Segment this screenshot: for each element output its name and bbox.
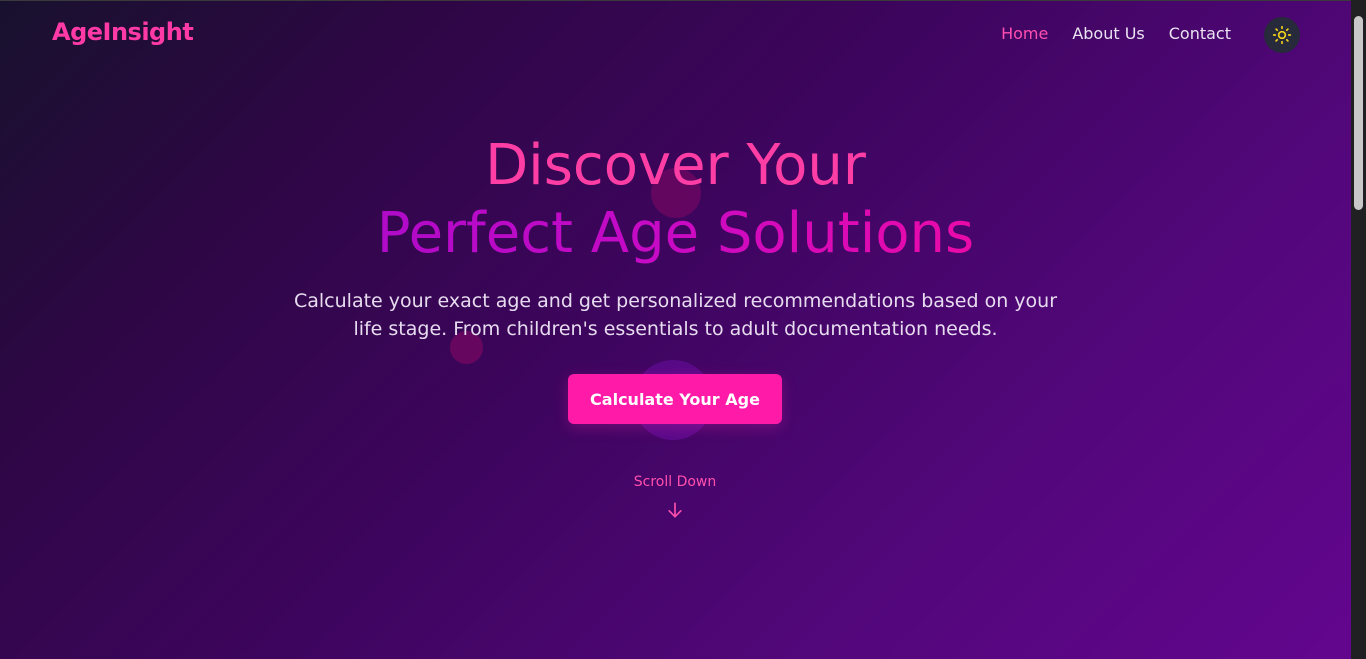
scrollbar-thumb[interactable] [1354,16,1363,210]
nav-link-contact[interactable]: Contact [1169,24,1231,44]
calculate-age-button[interactable]: Calculate Your Age [568,374,782,424]
nav-link-about-us[interactable]: About Us [1072,24,1144,44]
hero-title-line2: Perfect Age Solutions [376,201,975,266]
nav-link-home[interactable]: Home [1001,24,1048,44]
sun-icon [1272,25,1292,45]
scroll-down-label: Scroll Down [633,474,717,490]
site-header: AgeInsight Home About Us Contact [0,0,1351,70]
page: AgeInsight Home About Us Contact Discove… [0,0,1351,659]
arrow-down-icon [668,502,682,518]
hero-title-line1: Discover Your [485,133,866,198]
scroll-down-link[interactable]: Scroll Down [575,474,775,520]
page-scrollbar[interactable] [1351,0,1366,659]
main-nav: Home About Us Contact [1001,24,1231,44]
theme-toggle-button[interactable] [1264,17,1300,53]
site-logo[interactable]: AgeInsight [52,18,194,46]
hero-subtitle: Calculate your exact age and get persona… [293,290,1058,340]
hero-title: Discover Your Perfect Age Solutions [0,132,1351,268]
